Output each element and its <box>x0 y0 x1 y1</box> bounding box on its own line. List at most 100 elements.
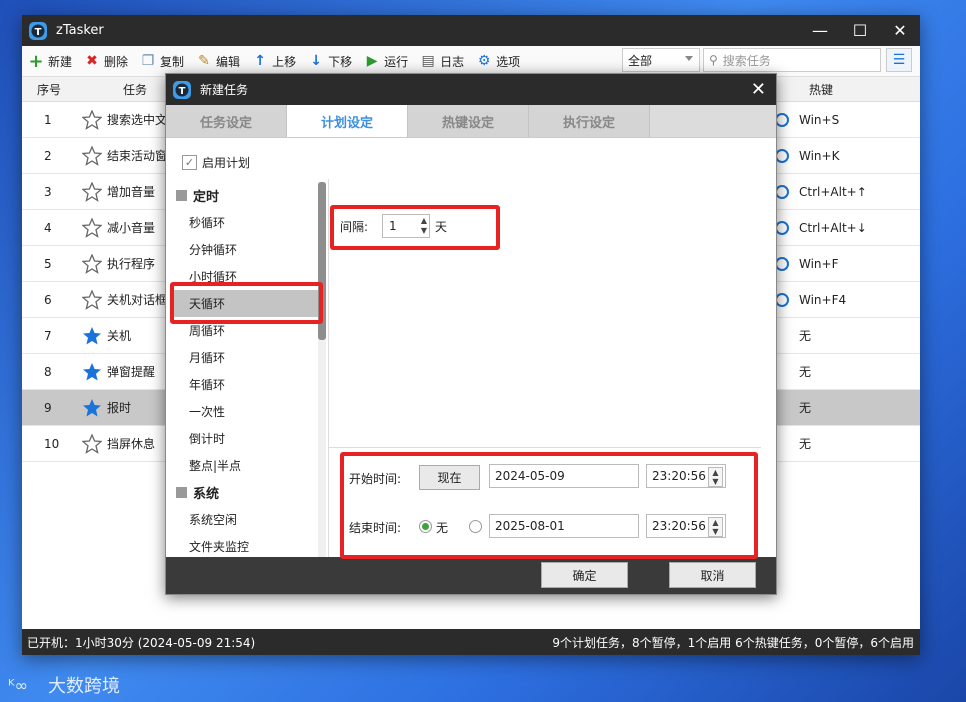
watermark-logo-icon: ᴷ∞ <box>8 676 28 695</box>
header-num[interactable]: 序号 <box>37 81 61 98</box>
schedule-type-item[interactable]: 系统空闲 <box>172 506 318 533</box>
close-button[interactable]: ✕ <box>880 15 920 46</box>
svg-text:ᴷ∞: ᴷ∞ <box>8 676 28 695</box>
collapse-square-icon[interactable] <box>176 190 187 201</box>
cancel-button[interactable]: 取消 <box>669 562 756 588</box>
schedule-type-item[interactable]: 月循环 <box>172 344 318 371</box>
header-task[interactable]: 任务 <box>123 81 147 98</box>
star-outline-icon[interactable] <box>81 432 103 454</box>
copy-button[interactable]: ❐ 复制 <box>140 53 184 70</box>
star-filled-icon[interactable] <box>82 362 102 382</box>
status-bar: 已开机：1小时30分 (2024-05-09 21:54) 9个计划任务，8个暂… <box>22 629 920 655</box>
plus-icon: + <box>28 50 44 72</box>
time-divider <box>329 447 761 448</box>
hotkey-toggle-radio[interactable] <box>775 292 789 307</box>
star-outline-icon[interactable] <box>81 288 103 310</box>
task-name: 执行程序 <box>107 257 156 271</box>
highlight-interval <box>330 205 500 250</box>
dialog-tabs: 任务设定 计划设定 热键设定 执行设定 <box>166 105 776 138</box>
row-number: 2 <box>44 148 52 163</box>
schedule-type-item[interactable]: 一次性 <box>172 398 318 425</box>
dialog-close-button[interactable]: ✕ <box>751 79 766 100</box>
search-icon: ⚲ <box>709 53 718 67</box>
hotkey-toggle-radio[interactable] <box>775 184 789 199</box>
star-outline-icon[interactable] <box>81 252 103 274</box>
schedule-type-item[interactable]: 文件夹监控 <box>172 533 318 558</box>
list-icon: ☰ <box>892 52 906 68</box>
star-outline-icon[interactable] <box>81 180 103 202</box>
schedule-type-item[interactable]: 年循环 <box>172 371 318 398</box>
hotkey-toggle-radio[interactable] <box>775 148 789 163</box>
minimize-button[interactable]: — <box>800 15 840 46</box>
header-hotkey[interactable]: 热键 <box>809 81 833 98</box>
star-outline-icon[interactable] <box>81 216 103 238</box>
ok-button[interactable]: 确定 <box>541 562 628 588</box>
tab-schedule-settings[interactable]: 计划设定 <box>287 105 408 137</box>
delete-button[interactable]: ✖ 删除 <box>84 53 128 70</box>
task-hotkey: Win+K <box>799 148 840 163</box>
gear-icon: ⚙ <box>477 53 491 69</box>
dialog-footer: 确定 取消 <box>166 557 776 594</box>
maximize-button[interactable]: ☐ <box>840 15 880 46</box>
hotkey-toggle-radio[interactable] <box>775 220 789 235</box>
schedule-type-item[interactable]: 分钟循环 <box>172 236 318 263</box>
filter-select[interactable]: 全部 <box>622 48 700 72</box>
play-icon: ▶ <box>366 53 378 69</box>
highlight-day-loop <box>170 282 323 324</box>
watermark: ᴷ∞ 大数跨境 <box>8 676 120 697</box>
arrow-down-icon: ↓ <box>310 53 322 69</box>
collapse-square-icon[interactable] <box>176 487 187 498</box>
row-number: 1 <box>44 112 52 127</box>
star-filled-icon[interactable] <box>82 326 102 346</box>
options-button[interactable]: ⚙ 选项 <box>476 53 520 70</box>
star-filled-icon[interactable] <box>82 398 102 418</box>
task-hotkey: 无 <box>799 437 812 451</box>
star-outline-icon[interactable] <box>81 108 103 130</box>
task-hotkey: Ctrl+Alt+↑ <box>799 184 867 199</box>
tab-hotkey-settings[interactable]: 热键设定 <box>408 105 529 137</box>
task-hotkey: 无 <box>799 365 812 379</box>
schedule-group-header: 系统 <box>172 479 318 506</box>
new-task-dialog: T 新建任务 ✕ 任务设定 计划设定 热键设定 执行设定 ✓ 启用计划 定时 秒循… <box>165 73 777 595</box>
move-down-button[interactable]: ↓ 下移 <box>308 53 352 70</box>
panel-divider <box>328 179 329 557</box>
task-name: 结束活动窗 <box>107 149 168 163</box>
task-hotkey: Win+F <box>799 256 839 271</box>
star-outline-icon[interactable] <box>81 144 103 166</box>
task-hotkey: Ctrl+Alt+↓ <box>799 220 867 235</box>
tab-task-settings[interactable]: 任务设定 <box>166 105 287 137</box>
run-button[interactable]: ▶ 运行 <box>364 53 408 70</box>
move-up-button[interactable]: ↑ 上移 <box>252 53 296 70</box>
new-button[interactable]: + 新建 <box>28 50 72 72</box>
row-number: 10 <box>44 436 60 451</box>
edit-button[interactable]: ✎ 编辑 <box>196 53 240 70</box>
dialog-title-bar: T 新建任务 ✕ <box>166 74 776 105</box>
task-name: 弹窗提醒 <box>107 365 156 379</box>
task-name: 搜索选中文 <box>107 113 168 127</box>
schedule-type-item[interactable]: 秒循环 <box>172 209 318 236</box>
log-icon: ▤ <box>421 53 435 69</box>
row-number: 6 <box>44 292 52 307</box>
enable-schedule-checkbox[interactable]: ✓ 启用计划 <box>182 154 250 171</box>
row-number: 8 <box>44 364 52 379</box>
schedule-list-scrollbar[interactable] <box>318 182 326 558</box>
title-bar: T zTasker — ☐ ✕ <box>22 15 920 46</box>
schedule-type-item[interactable]: 整点|半点 <box>172 452 318 479</box>
task-name: 关机 <box>107 329 132 343</box>
task-name: 减小音量 <box>107 221 156 235</box>
task-hotkey: Win+S <box>799 112 840 127</box>
log-button[interactable]: ▤ 日志 <box>420 53 464 70</box>
list-view-button[interactable]: ☰ <box>886 48 912 72</box>
tab-execution-settings[interactable]: 执行设定 <box>529 105 650 137</box>
search-input[interactable]: ⚲ 搜索任务 <box>703 48 881 72</box>
hotkey-toggle-radio[interactable] <box>775 256 789 271</box>
highlight-time-range <box>340 452 758 559</box>
schedule-type-item[interactable]: 倒计时 <box>172 425 318 452</box>
task-hotkey: 无 <box>799 329 812 343</box>
schedule-group-header: 定时 <box>172 182 318 209</box>
copy-icon: ❐ <box>141 53 155 69</box>
checkmark-icon: ✓ <box>182 155 197 170</box>
hotkey-toggle-radio[interactable] <box>775 112 789 127</box>
uptime-text: 已开机：1小时30分 (2024-05-09 21:54) <box>27 635 256 650</box>
row-number: 3 <box>44 184 52 199</box>
